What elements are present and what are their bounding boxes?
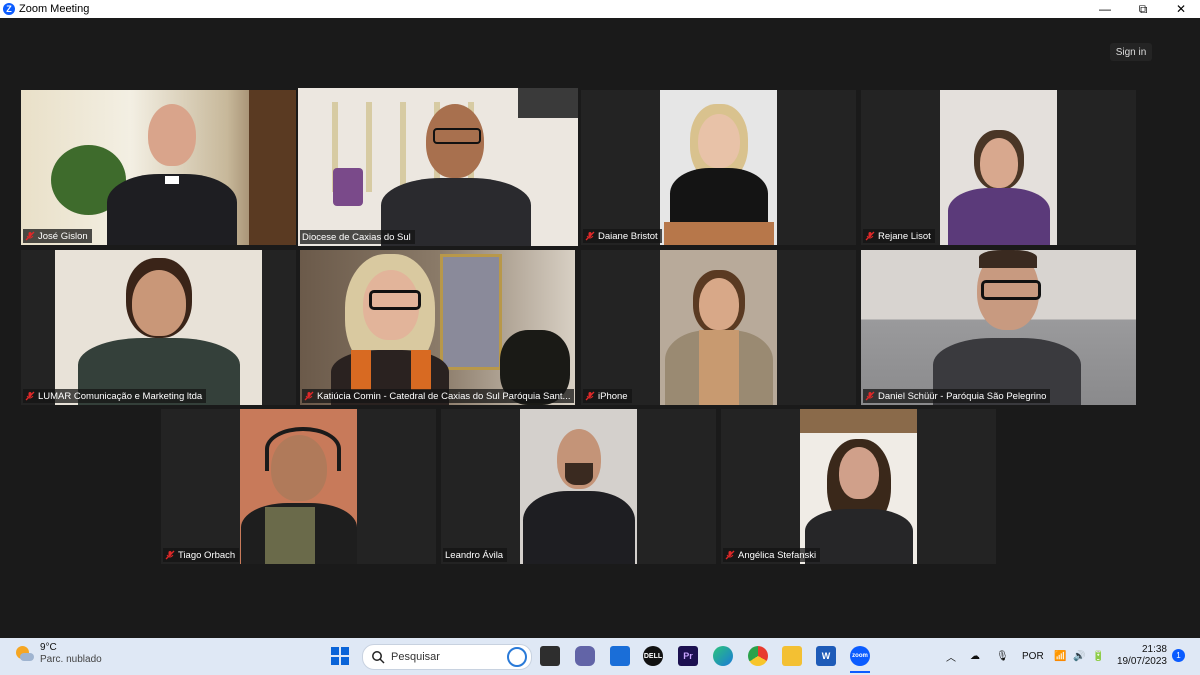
close-button[interactable]: ✕	[1162, 0, 1200, 18]
person-figure	[803, 439, 915, 564]
zoom-app-icon[interactable]: zoom	[850, 646, 870, 666]
muted-mic-icon	[585, 231, 595, 241]
participant-name-label: Diocese de Caxias do Sul	[300, 230, 415, 244]
participant-video	[240, 409, 357, 564]
onedrive-cloud-icon[interactable]: ☁	[970, 638, 980, 675]
muted-mic-icon	[25, 231, 35, 241]
participant-tile[interactable]: José Gislon	[21, 90, 296, 245]
minimize-button[interactable]: —	[1086, 0, 1124, 18]
battery-icon[interactable]: 🔋	[1092, 638, 1104, 675]
person-figure	[663, 104, 774, 245]
dell-icon[interactable]: DELL	[643, 646, 663, 666]
participant-video	[300, 250, 575, 405]
notification-badge[interactable]: 1	[1172, 649, 1185, 662]
participant-tile[interactable]: Daiane Bristot	[581, 90, 856, 245]
person-figure	[927, 250, 1087, 405]
weather-partly-cloudy-icon	[14, 644, 34, 664]
participant-video	[940, 90, 1057, 245]
windows-taskbar: 9°C Parc. nublado Pesquisar DELL Pr W zo…	[0, 638, 1200, 675]
taskbar-search-box[interactable]: Pesquisar	[362, 644, 532, 670]
person-figure	[371, 104, 541, 246]
weather-condition: Parc. nublado	[40, 654, 102, 665]
search-placeholder: Pesquisar	[391, 651, 440, 663]
participant-name-label: Daiane Bristot	[583, 229, 662, 243]
clock-time: 21:38	[1141, 644, 1167, 655]
chrome-browser-icon[interactable]	[748, 646, 768, 666]
curtain-rod	[800, 409, 917, 433]
participant-tile[interactable]: Angélica Stefanski	[721, 409, 996, 564]
meeting-gallery: Sign in José Gislon Diocese de Caxias do…	[0, 18, 1200, 638]
weather-temperature: 9°C	[40, 642, 57, 653]
active-app-indicator	[850, 671, 870, 673]
participant-video	[861, 250, 1136, 405]
participant-tile[interactable]: Katiúcia Comin - Catedral de Caxias do S…	[300, 250, 575, 405]
muted-mic-icon	[865, 391, 875, 401]
microsoft-store-icon[interactable]	[610, 646, 630, 666]
participant-video	[520, 409, 637, 564]
participant-tile[interactable]: Tiago Orbach	[161, 409, 436, 564]
weather-widget[interactable]: 9°C Parc. nublado	[14, 642, 102, 666]
participant-name-label: Tiago Orbach	[163, 548, 240, 562]
language-indicator[interactable]: POR	[1022, 638, 1044, 675]
participant-name-label: LUMAR Comunicação e Marketing ltda	[23, 389, 207, 403]
participant-tile-active-speaker[interactable]: Diocese de Caxias do Sul	[298, 88, 578, 246]
task-view-icon[interactable]	[540, 646, 560, 666]
window-title-bar: Z Zoom Meeting — ⧉ ✕	[0, 0, 1200, 18]
zoom-logo-icon: Z	[3, 3, 15, 15]
person-figure	[74, 258, 244, 405]
volume-icon[interactable]: 🔊	[1073, 638, 1085, 675]
bing-icon	[507, 647, 527, 667]
search-icon	[372, 651, 385, 664]
person-figure	[663, 270, 775, 405]
wifi-icon[interactable]: 📶	[1054, 638, 1066, 675]
show-hidden-icons-button[interactable]: ︿	[946, 638, 956, 675]
windows-start-icon[interactable]	[330, 646, 350, 666]
person-figure	[240, 427, 357, 564]
window-title: Zoom Meeting	[19, 3, 90, 15]
participant-name-label: Katiúcia Comin - Catedral de Caxias do S…	[302, 389, 575, 403]
clock-date: 19/07/2023	[1116, 656, 1167, 667]
coat-of-arms	[333, 168, 363, 206]
person-figure	[521, 429, 637, 564]
participant-name-label: Angélica Stefanski	[723, 548, 821, 562]
microphone-icon[interactable]: 🎙	[996, 638, 1009, 675]
participant-video	[298, 88, 578, 246]
taskbar-clock[interactable]: 21:38 19/07/2023	[1112, 644, 1167, 668]
muted-mic-icon	[165, 550, 175, 560]
muted-mic-icon	[725, 550, 735, 560]
person-figure	[944, 130, 1054, 245]
file-explorer-icon[interactable]	[782, 646, 802, 666]
wooden-door	[249, 90, 296, 245]
teams-chat-icon[interactable]	[575, 646, 595, 666]
word-icon[interactable]: W	[816, 646, 836, 666]
participant-video	[800, 409, 917, 564]
participant-tile[interactable]: Leandro Ávila	[441, 409, 716, 564]
muted-mic-icon	[25, 391, 35, 401]
participant-video	[660, 90, 777, 245]
participant-tile[interactable]: LUMAR Comunicação e Marketing ltda	[21, 250, 296, 405]
participant-name-label: Leandro Ávila	[443, 548, 508, 562]
participant-video	[21, 90, 296, 245]
participant-name-label: iPhone	[583, 389, 632, 403]
sign-in-button[interactable]: Sign in	[1110, 43, 1152, 61]
edge-browser-icon[interactable]	[713, 646, 733, 666]
participant-tile[interactable]: Rejane Lisot	[861, 90, 1136, 245]
participant-name-label: José Gislon	[23, 229, 92, 243]
muted-mic-icon	[865, 231, 875, 241]
participant-name-label: Daniel Schüür - Paróquia São Pelegrino	[863, 389, 1051, 403]
participant-tile[interactable]: iPhone	[581, 250, 856, 405]
muted-mic-icon	[304, 391, 314, 401]
participant-video	[55, 250, 262, 405]
participant-tile[interactable]: Daniel Schüür - Paróquia São Pelegrino	[861, 250, 1136, 405]
premiere-pro-icon[interactable]: Pr	[678, 646, 698, 666]
person-figure	[315, 254, 465, 405]
participant-name-label: Rejane Lisot	[863, 229, 935, 243]
participant-video	[660, 250, 777, 405]
person-figure	[101, 104, 241, 245]
muted-mic-icon	[585, 391, 595, 401]
maximize-button[interactable]: ⧉	[1124, 0, 1162, 18]
